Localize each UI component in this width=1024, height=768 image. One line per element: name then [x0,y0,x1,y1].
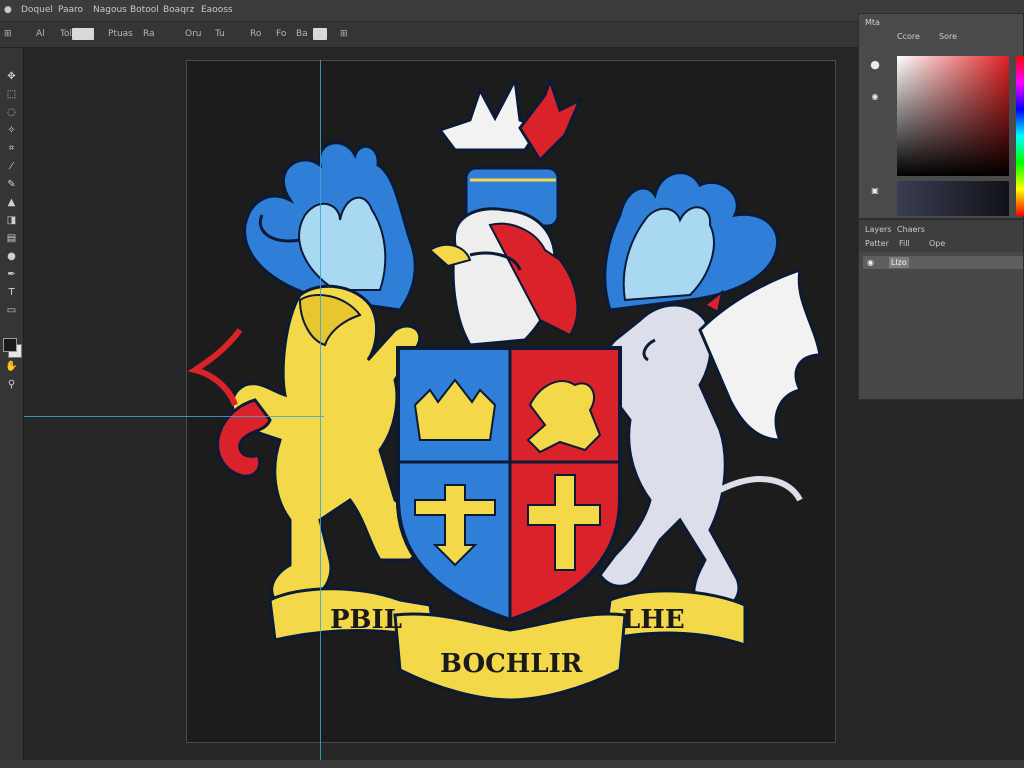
menu-item[interactable]: Boaqrz [163,5,194,16]
menu-item[interactable]: Doquel [21,5,53,16]
color-panel-tab[interactable]: Sore [939,32,957,42]
eye-icon[interactable]: ◉ [867,257,877,268]
menu-item[interactable]: Paaro [58,5,83,16]
lasso-icon[interactable]: ◌ [4,106,19,120]
zoom-icon[interactable]: ⚲ [4,378,19,392]
move-icon[interactable]: ✥ [4,70,19,84]
eraser-icon[interactable]: ◨ [4,214,19,228]
swatch-dot-icon[interactable]: ● [868,58,882,71]
foreground-color-swatch[interactable] [3,338,17,352]
hand-icon[interactable]: ✋ [4,360,19,374]
motto-center-text: BOCHLIR [440,649,583,679]
color-settings-icon[interactable]: ▣ [868,184,882,196]
stamp-icon[interactable]: ▲ [4,196,19,210]
layers-panel: Layers Chaers Patter Fill Ope ◉ Llzo [858,219,1024,400]
color-panel-icons: ● ◉ ▣ [863,54,887,214]
option-label[interactable]: Tu [215,29,225,40]
vertical-guide[interactable] [320,60,321,760]
option-label[interactable]: Ba [296,29,308,40]
motto-left-text: PBIL [330,605,402,635]
helmet [428,207,579,347]
brush-icon[interactable]: ✎ [4,178,19,192]
hue-slider[interactable] [1016,56,1024,216]
tab-channels[interactable]: Chaers [897,225,925,234]
eyedropper-icon[interactable]: ⁄ [4,160,19,174]
status-bar [0,760,1024,768]
blur-icon[interactable]: ● [4,250,19,264]
option-label[interactable]: Oru [185,29,202,40]
tab-paths[interactable]: Patter [865,239,889,248]
tab-opacity[interactable]: Ope [929,239,945,248]
color-panel-tab[interactable]: Ccore [897,32,920,42]
workspace-icon[interactable]: ⊞ [340,29,348,40]
lion-supporter [188,284,423,602]
color-panel-tab[interactable]: Mta [865,18,880,28]
griffin-supporter [598,267,822,612]
tab-layers[interactable]: Layers [865,225,891,234]
coat-of-arms-artwork[interactable]: PBIL BOCHLIR LHE [188,62,834,741]
menu-item[interactable]: Eaooss [201,5,233,16]
option-field[interactable] [72,28,94,40]
layer-name[interactable]: Llzo [889,257,909,268]
menu-item[interactable]: Nagous [93,5,127,16]
mantling-right [603,171,780,312]
magic-wand-icon[interactable]: ✧ [4,124,19,138]
option-label[interactable]: Ro [250,29,261,40]
option-label[interactable]: Al [36,29,45,40]
horizontal-guide[interactable] [24,416,324,417]
pen-icon[interactable]: ✒ [4,268,19,282]
color-preview[interactable] [897,181,1009,216]
option-label[interactable]: Fo [276,29,286,40]
shield [396,346,622,623]
option-label[interactable]: Ra [143,29,155,40]
tools-panel: ✥ ⬚ ◌ ✧ ⌗ ⁄ ✎ ▲ ◨ ▤ ● ✒ T ▭ ✋ ⚲ [0,48,24,768]
gradient-icon[interactable]: ▤ [4,232,19,246]
color-picker-field[interactable] [897,56,1009,176]
menu-item[interactable]: Botool [130,5,159,16]
marquee-icon[interactable]: ⬚ [4,88,19,102]
text-icon[interactable]: T [4,286,19,300]
motto-right-text: LHE [622,605,685,635]
shape-icon[interactable]: ▭ [4,304,19,318]
menu-item[interactable]: ● [4,5,12,16]
tool-preset-icon[interactable]: ⊞ [4,29,12,40]
color-mode-icon[interactable]: ◉ [868,90,882,102]
layer-row[interactable]: ◉ Llzo [863,256,1023,269]
option-label[interactable]: Ptuas [108,29,133,40]
tab-fill[interactable]: Fill [899,239,910,248]
option-field[interactable] [313,28,327,40]
color-panel: Mta Ccore Sore ● ◉ ▣ [858,13,1024,219]
crest-crown [437,75,583,163]
crop-icon[interactable]: ⌗ [4,142,19,156]
layers-panel-header: Layers Chaers Patter Fill Ope [859,220,1023,252]
